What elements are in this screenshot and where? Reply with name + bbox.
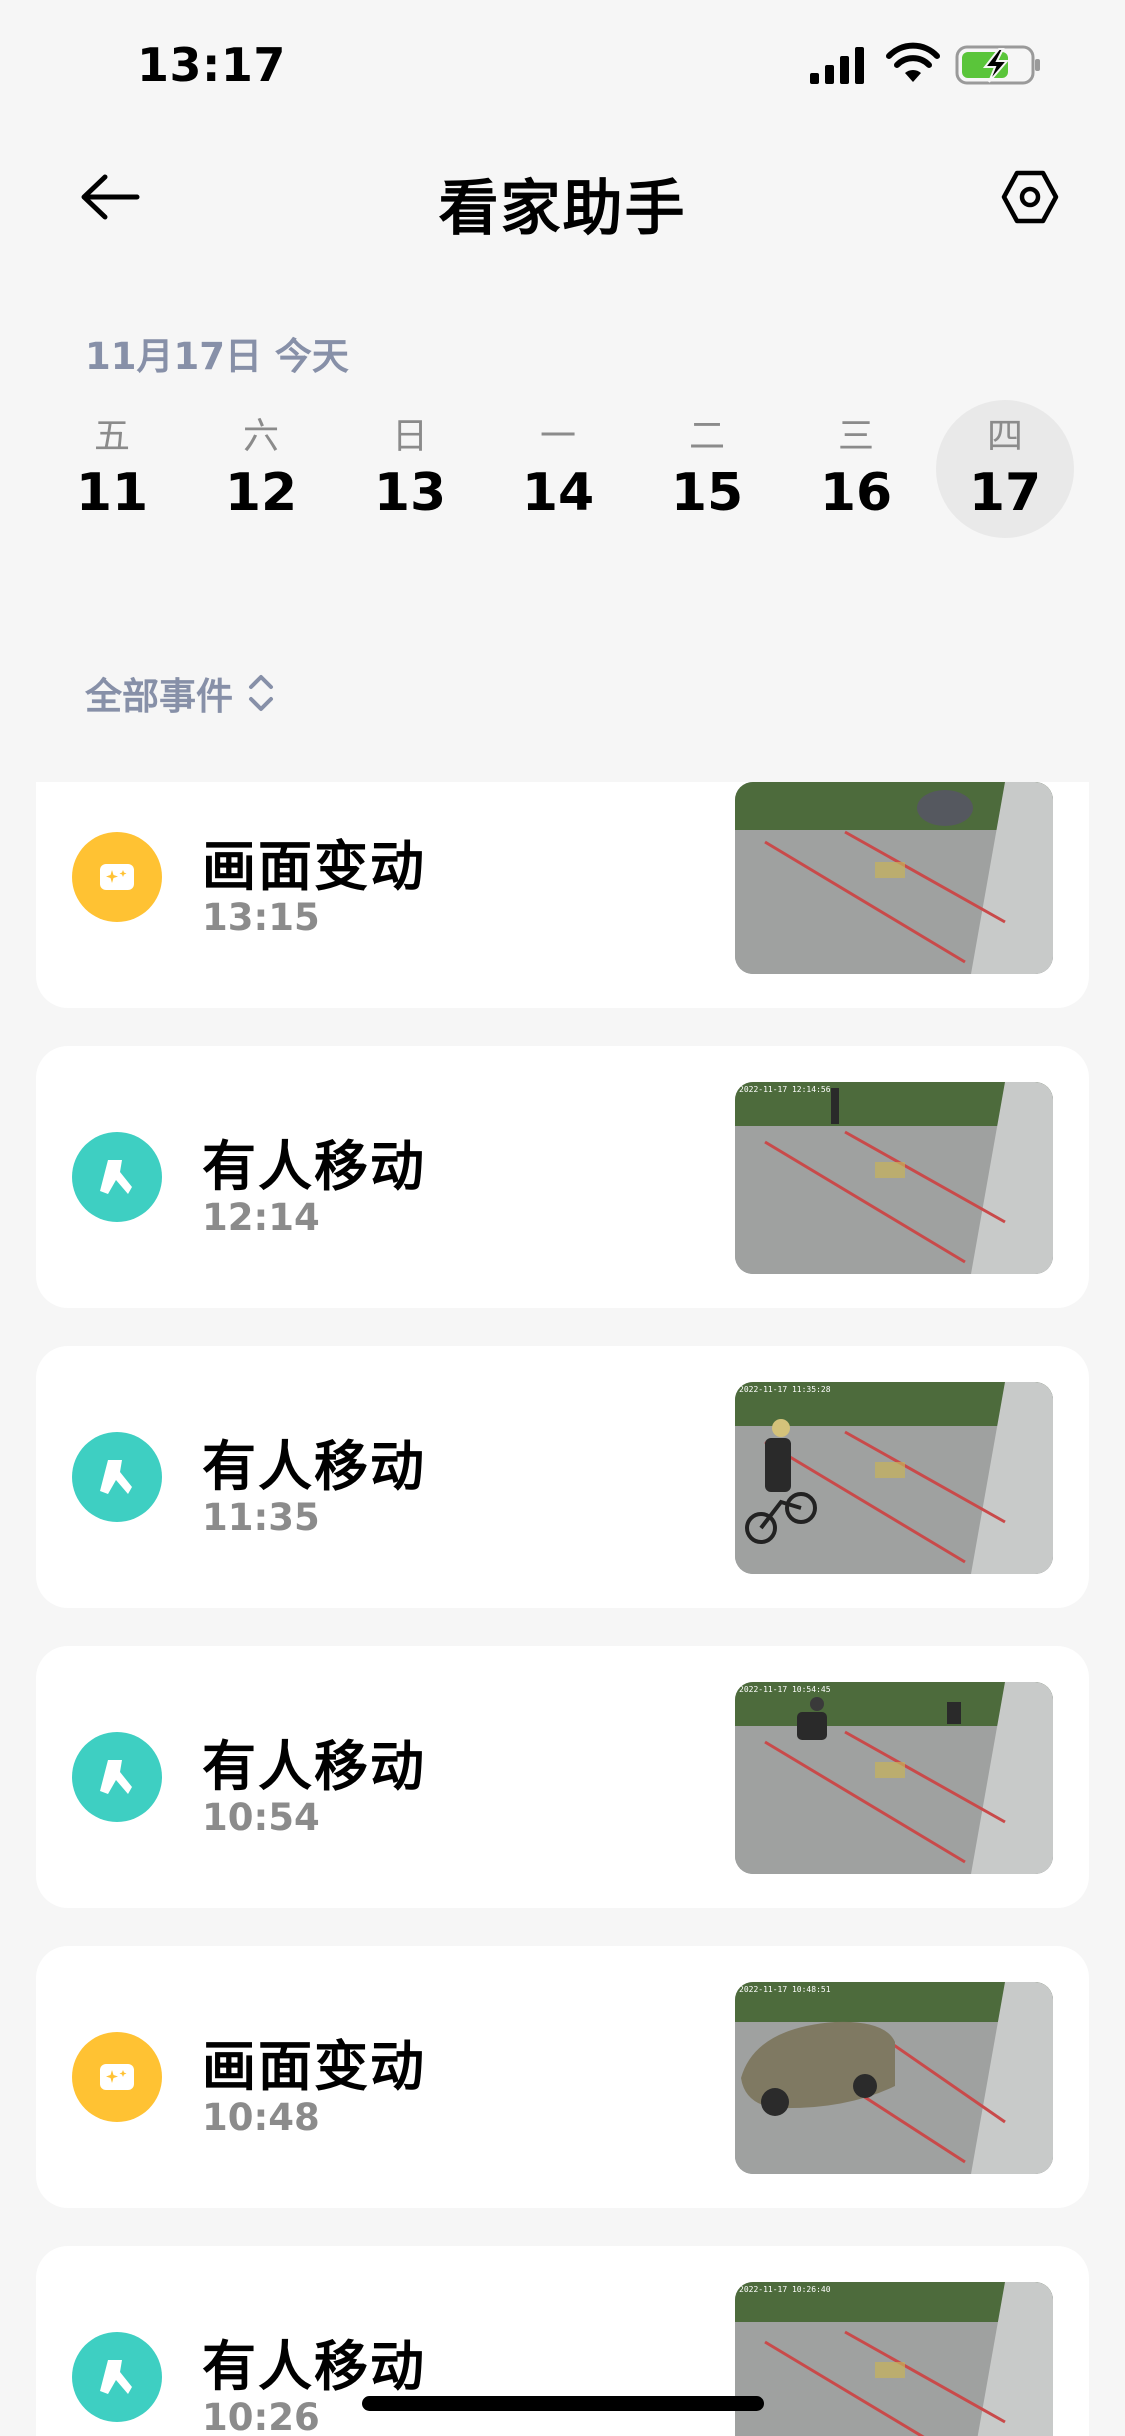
event-card[interactable]: 画面变动 10:48 2022-11-17 10:48:51	[36, 1946, 1089, 2208]
camera-snapshot-image: 2022-11-17 12:14:56	[735, 1082, 1053, 1274]
day-item[interactable]: 三 16	[787, 400, 925, 538]
event-time: 10:26	[202, 2396, 320, 2436]
event-thumbnail[interactable]: 2022-11-17 10:48:51	[735, 1982, 1053, 2174]
event-title: 画面变动	[202, 835, 426, 898]
walking-person-icon	[100, 2360, 132, 2394]
signal-icon	[810, 47, 864, 84]
day-number: 11	[75, 463, 149, 523]
event-thumbnail[interactable]	[735, 782, 1053, 974]
walking-person-icon	[100, 1460, 132, 1494]
status-time: 13:17	[137, 38, 286, 92]
camera-snapshot-image: 2022-11-17 11:35:28	[735, 1382, 1053, 1574]
thumb-timestamp: 2022-11-17 10:26:40	[739, 2285, 831, 2294]
wifi-icon	[886, 42, 940, 82]
event-title: 有人移动	[202, 1435, 426, 1498]
day-item[interactable]: 二 15	[638, 400, 776, 538]
up-down-chevron-icon	[249, 675, 273, 711]
event-thumbnail[interactable]: 2022-11-17 10:54:45	[735, 1682, 1053, 1874]
walking-person-icon	[100, 1760, 132, 1794]
week-selector: 五 11 六 12 日 13 一 14 二 15 三 16 四 17	[40, 400, 1085, 540]
day-weekday: 一	[539, 416, 576, 457]
event-time: 12:14	[202, 1196, 320, 1239]
camera-snapshot-image	[735, 782, 1053, 974]
page-title: 看家助手	[438, 174, 687, 244]
thumb-timestamp: 2022-11-17 11:35:28	[739, 1385, 831, 1394]
day-item[interactable]: 日 13	[341, 400, 479, 538]
event-time: 13:15	[202, 896, 320, 939]
settings-button[interactable]	[990, 162, 1070, 232]
image-sparkle-icon	[100, 864, 134, 890]
day-number: 12	[224, 463, 298, 523]
event-card[interactable]: 有人移动 12:14 2022-11-17 12:14:56	[36, 1046, 1089, 1308]
filter-label: 全部事件	[85, 675, 233, 718]
day-weekday: 六	[242, 416, 279, 457]
day-weekday: 日	[391, 416, 428, 457]
event-type-badge	[72, 1432, 162, 1522]
event-type-badge	[72, 832, 162, 922]
image-sparkle-icon	[100, 2064, 134, 2090]
event-title: 有人移动	[202, 1735, 426, 1798]
camera-snapshot-image: 2022-11-17 10:54:45	[735, 1682, 1053, 1874]
event-list[interactable]: 画面变动 13:15 有人移动 12:14 2022-11-17 12:14:5…	[0, 782, 1125, 2436]
event-filter-dropdown[interactable]: 全部事件	[85, 668, 275, 718]
day-weekday: 五	[93, 416, 130, 457]
day-number: 16	[819, 463, 893, 523]
event-thumbnail[interactable]: 2022-11-17 11:35:28	[735, 1382, 1053, 1574]
event-title: 画面变动	[202, 2035, 426, 2098]
event-type-badge	[72, 2332, 162, 2422]
day-item[interactable]: 五 11	[43, 400, 181, 538]
day-item-selected[interactable]: 四 17	[936, 400, 1074, 538]
event-card[interactable]: 画面变动 13:15	[36, 782, 1089, 1008]
thumb-timestamp: 2022-11-17 10:54:45	[739, 1685, 831, 1694]
event-type-badge	[72, 1732, 162, 1822]
day-number: 17	[968, 463, 1042, 523]
header: 看家助手	[0, 130, 1125, 260]
event-card[interactable]: 有人移动 11:35 2022-11-17 11:35:28	[36, 1346, 1089, 1608]
event-time: 10:54	[202, 1796, 320, 1839]
event-title: 有人移动	[202, 2335, 426, 2398]
day-item[interactable]: 一 14	[489, 400, 627, 538]
event-type-badge	[72, 2032, 162, 2122]
battery-charging-icon	[955, 45, 1040, 85]
event-time: 10:48	[202, 2096, 320, 2139]
hexagon-settings-icon	[1001, 170, 1059, 224]
day-number: 14	[521, 463, 595, 523]
day-item[interactable]: 六 12	[192, 400, 330, 538]
camera-snapshot-image: 2022-11-17 10:48:51	[735, 1982, 1053, 2174]
home-indicator[interactable]	[362, 2396, 764, 2411]
day-number: 15	[670, 463, 744, 523]
day-weekday: 四	[986, 416, 1023, 457]
event-thumbnail[interactable]: 2022-11-17 10:26:40	[735, 2282, 1053, 2436]
day-number: 13	[373, 463, 447, 523]
camera-snapshot-image: 2022-11-17 10:26:40	[735, 2282, 1053, 2436]
event-thumbnail[interactable]: 2022-11-17 12:14:56	[735, 1082, 1053, 1274]
event-type-badge	[72, 1132, 162, 1222]
thumb-timestamp: 2022-11-17 10:48:51	[739, 1985, 831, 1994]
day-weekday: 三	[837, 416, 874, 457]
day-weekday: 二	[688, 416, 725, 457]
status-bar: 13:17	[0, 0, 1125, 130]
date-label: 11月17日 今天	[85, 335, 349, 378]
thumb-timestamp: 2022-11-17 12:14:56	[739, 1085, 831, 1094]
event-time: 11:35	[202, 1496, 320, 1539]
event-card[interactable]: 有人移动 10:54 2022-11-17 10:54:45	[36, 1646, 1089, 1908]
event-title: 有人移动	[202, 1135, 426, 1198]
walking-person-icon	[100, 1160, 132, 1194]
